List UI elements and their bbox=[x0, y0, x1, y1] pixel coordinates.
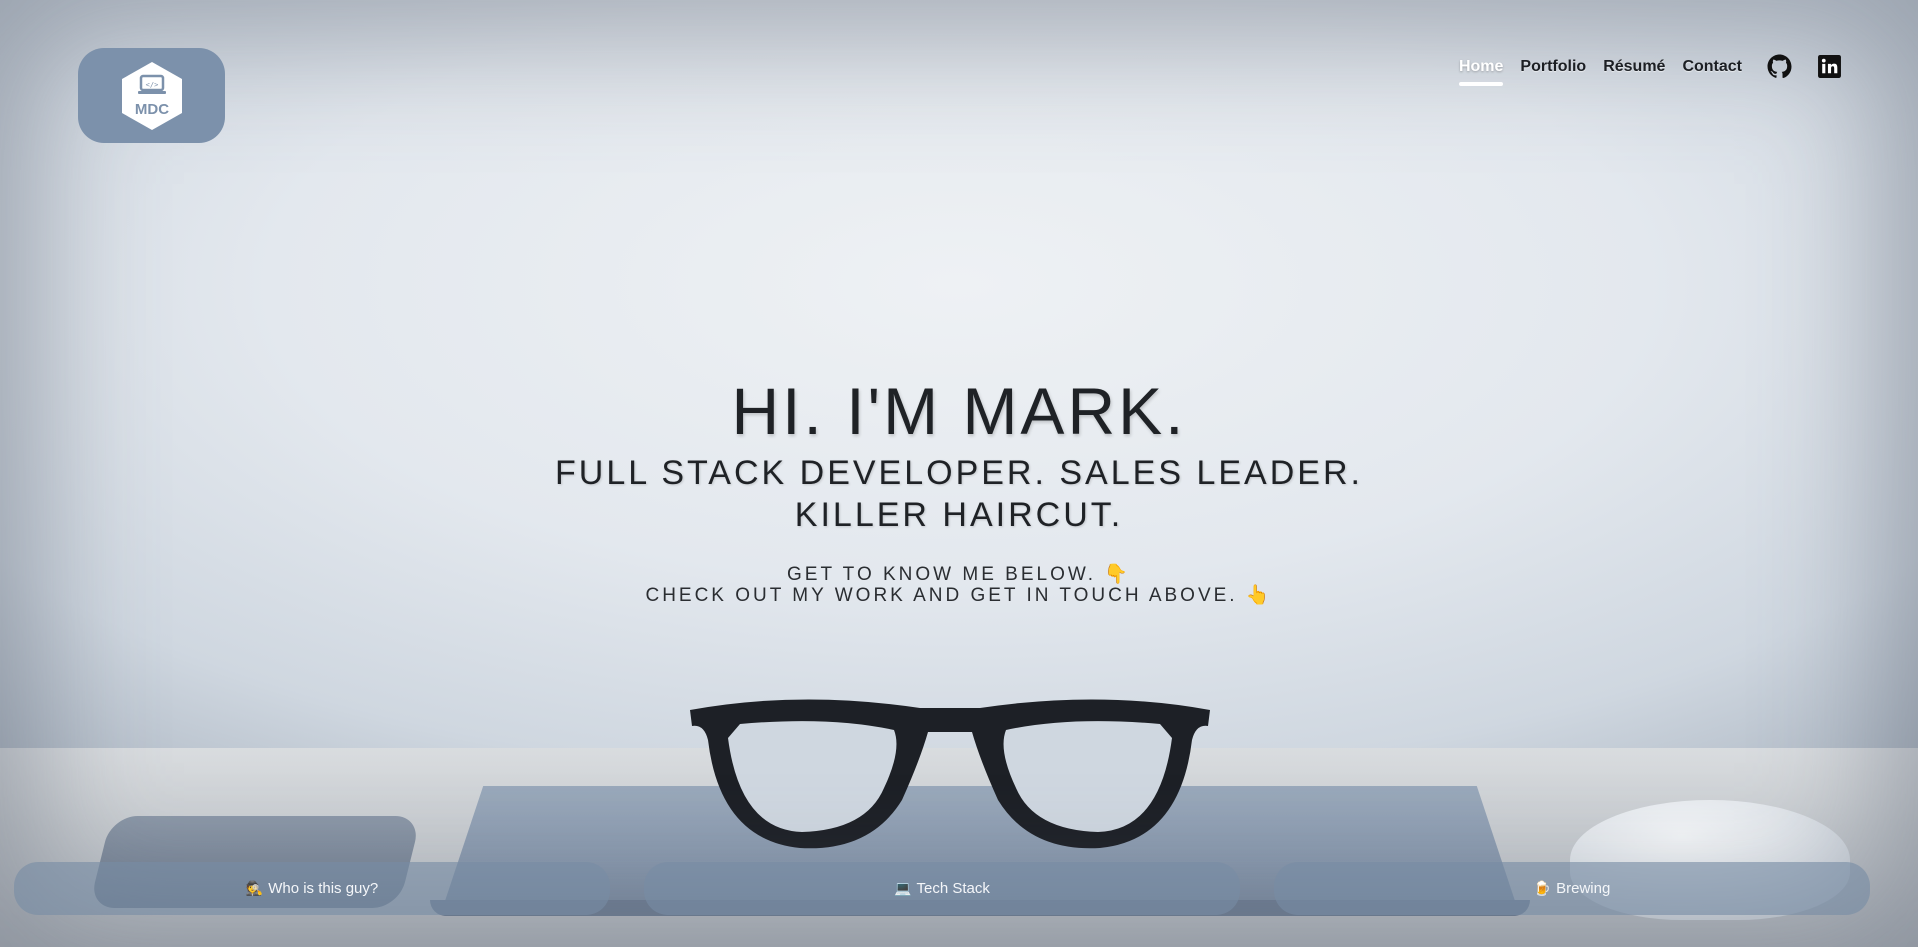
site-logo[interactable]: </> MDC bbox=[78, 48, 225, 143]
tab-brewing[interactable]: 🍺 Brewing bbox=[1274, 862, 1870, 915]
section-tabs: 🕵 Who is this guy? 💻 Tech Stack 🍺 Brewin… bbox=[14, 862, 1870, 915]
nav-contact[interactable]: Contact bbox=[1682, 58, 1742, 86]
hero-subtitle-line1: FULL STACK DEVELOPER. SALES LEADER. bbox=[555, 454, 1363, 492]
main-nav: Home Portfolio Résumé Contact bbox=[1442, 54, 1842, 89]
nav-portfolio[interactable]: Portfolio bbox=[1520, 58, 1586, 86]
spy-icon: 🕵 bbox=[245, 880, 264, 896]
logo-text: MDC bbox=[134, 101, 168, 118]
github-icon[interactable] bbox=[1767, 54, 1792, 79]
tab-label: Tech Stack bbox=[916, 880, 990, 897]
tab-label: Who is this guy? bbox=[268, 880, 379, 897]
hero-section: HI. I'M MARK. FULL STACK DEVELOPER. SALE… bbox=[0, 372, 1918, 606]
laptop-icon: 💻 bbox=[894, 880, 912, 896]
hero-title: HI. I'M MARK. bbox=[731, 374, 1187, 448]
glasses-image bbox=[690, 699, 1210, 849]
nav-home[interactable]: Home bbox=[1458, 58, 1504, 86]
linkedin-icon[interactable] bbox=[1817, 54, 1842, 79]
svg-text:</>: </> bbox=[145, 81, 158, 89]
hero-subtitle-line2: KILLER HAIRCUT. bbox=[794, 496, 1124, 534]
beer-icon: 🍺 bbox=[1533, 880, 1552, 896]
tab-who-is-this-guy[interactable]: 🕵 Who is this guy? bbox=[14, 862, 610, 915]
nav-resume[interactable]: Résumé bbox=[1603, 58, 1665, 86]
hero-cta-line1: GET TO KNOW ME BELOW. 👇 bbox=[787, 564, 1131, 585]
tab-tech-stack[interactable]: 💻 Tech Stack bbox=[644, 862, 1240, 915]
logo-hexagon-icon: </> MDC bbox=[121, 61, 182, 130]
tab-label: Brewing bbox=[1556, 880, 1611, 897]
hero-cta-line2: CHECK OUT MY WORK AND GET IN TOUCH ABOVE… bbox=[645, 585, 1273, 606]
